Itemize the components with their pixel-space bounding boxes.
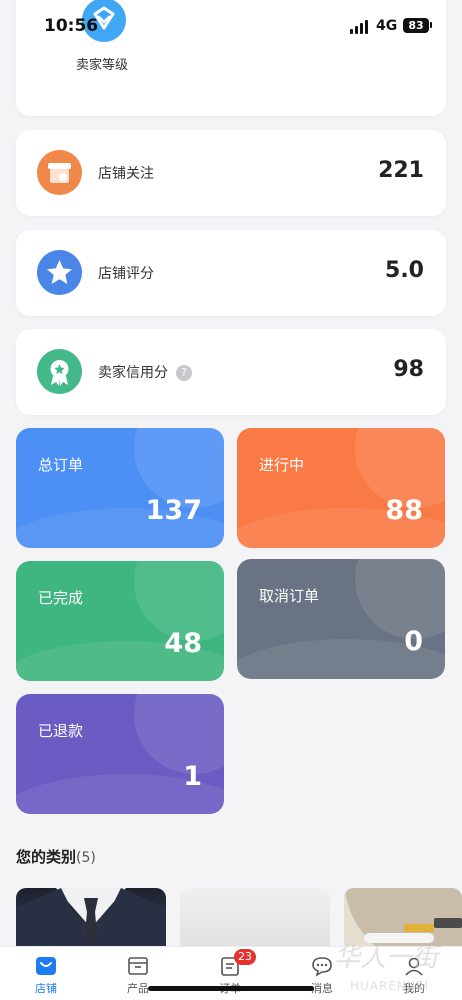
award-ribbon-icon <box>37 349 82 394</box>
tile-value: 1 <box>183 761 202 792</box>
battery-tip <box>430 22 432 28</box>
tab-shop[interactable]: 店铺 <box>0 947 92 1000</box>
signal-icon <box>350 20 370 34</box>
stat-value: 5.0 <box>385 258 424 283</box>
bottom-tab-bar: 店铺 产品 23 订单 消息 <box>0 946 462 1000</box>
home-indicator <box>148 986 314 991</box>
stat-value: 221 <box>378 158 424 183</box>
tile-decoration <box>134 694 224 774</box>
tile-label: 进行中 <box>259 456 305 474</box>
box-icon <box>126 955 150 977</box>
categories-count: (5) <box>76 850 96 866</box>
order-tile-total[interactable]: 总订单 137 <box>16 428 224 548</box>
chat-bubble-icon <box>310 955 334 977</box>
user-icon <box>402 955 426 977</box>
tile-value: 88 <box>385 495 423 526</box>
stat-value: 98 <box>393 357 424 382</box>
stat-label: 店铺关注 <box>98 166 154 182</box>
order-tile-cancelled[interactable]: 取消订单 0 <box>237 559 445 679</box>
help-icon[interactable]: ? <box>176 365 192 381</box>
order-tile-completed[interactable]: 已完成 48 <box>16 561 224 681</box>
stat-row-shop-follow[interactable]: 店铺关注 221 <box>16 130 446 216</box>
tab-label: 我的 <box>403 982 425 995</box>
tab-products[interactable]: 产品 <box>92 947 184 1000</box>
order-tile-refunded[interactable]: 已退款 1 <box>16 694 224 814</box>
stat-row-credit-score[interactable]: 卖家信用分? 98 <box>16 329 446 415</box>
network-label: 4G <box>376 18 398 34</box>
stat-label: 店铺评分 <box>98 266 154 282</box>
stat-row-shop-rating[interactable]: 店铺评分 5.0 <box>16 230 446 316</box>
star-icon <box>37 250 82 295</box>
status-bar: 10:56 4G 83 <box>0 0 462 50</box>
shopping-bag-icon <box>34 955 58 977</box>
tile-label: 总订单 <box>38 456 84 474</box>
seller-level-label: 卖家等级 <box>76 58 129 73</box>
tile-decoration <box>355 559 445 639</box>
tab-label: 店铺 <box>35 982 57 995</box>
tile-value: 48 <box>164 628 202 659</box>
status-time: 10:56 <box>44 16 99 36</box>
tile-value: 137 <box>145 495 202 526</box>
tab-messages[interactable]: 消息 <box>276 947 368 1000</box>
tile-label: 取消订单 <box>259 587 320 605</box>
credit-score-label: 卖家信用分 <box>98 365 168 381</box>
stat-label: 卖家信用分? <box>98 362 192 382</box>
categories-title: 您的类别(5) <box>16 846 96 867</box>
tab-orders[interactable]: 23 订单 <box>184 947 276 1000</box>
categories-title-text: 您的类别 <box>16 848 77 866</box>
tab-profile[interactable]: 我的 <box>368 947 460 1000</box>
orders-badge: 23 <box>234 949 256 965</box>
order-tile-in-progress[interactable]: 进行中 88 <box>237 428 445 548</box>
battery-icon: 83 <box>403 18 429 33</box>
storefront-icon <box>37 150 82 195</box>
tile-label: 已完成 <box>38 589 84 607</box>
tile-value: 0 <box>404 626 423 657</box>
tile-label: 已退款 <box>38 722 84 740</box>
